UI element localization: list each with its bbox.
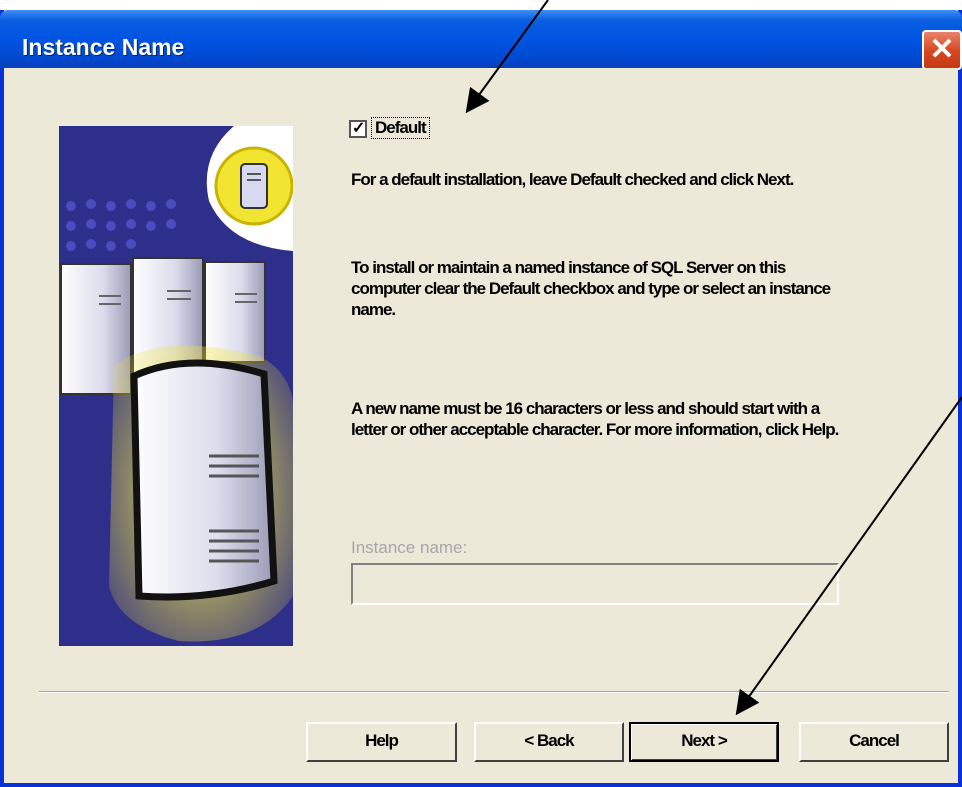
server-illustration bbox=[59, 126, 293, 646]
instruction-default: For a default installation, leave Defaul… bbox=[351, 170, 794, 189]
checkmark-icon: ✓ bbox=[352, 120, 366, 137]
title-bar[interactable]: Instance Name ✕ bbox=[0, 10, 962, 70]
close-button[interactable]: ✕ bbox=[922, 30, 962, 70]
dialog-body: ✓ Default For a default installation, le… bbox=[4, 68, 958, 783]
next-button-label: Next > bbox=[681, 731, 727, 750]
divider bbox=[39, 691, 949, 693]
window-title: Instance Name bbox=[22, 34, 185, 60]
back-button[interactable]: < Back bbox=[474, 722, 624, 762]
cancel-button-label: Cancel bbox=[849, 731, 900, 750]
back-button-label: < Back bbox=[524, 731, 574, 750]
instruction-name-rules: A new name must be 16 characters or less… bbox=[351, 399, 839, 439]
instance-name-label: Instance name: bbox=[351, 538, 468, 557]
help-button[interactable]: Help bbox=[306, 722, 457, 762]
cancel-button[interactable]: Cancel bbox=[799, 722, 949, 762]
help-button-label: Help bbox=[365, 731, 399, 750]
default-checkbox[interactable]: ✓ bbox=[349, 120, 367, 138]
instruction-named-instance: To install or maintain a named instance … bbox=[351, 258, 831, 319]
default-checkbox-label[interactable]: Default bbox=[371, 117, 430, 139]
instance-name-input[interactable] bbox=[351, 563, 839, 605]
next-button[interactable]: Next > bbox=[629, 722, 779, 762]
close-icon: ✕ bbox=[929, 33, 955, 66]
